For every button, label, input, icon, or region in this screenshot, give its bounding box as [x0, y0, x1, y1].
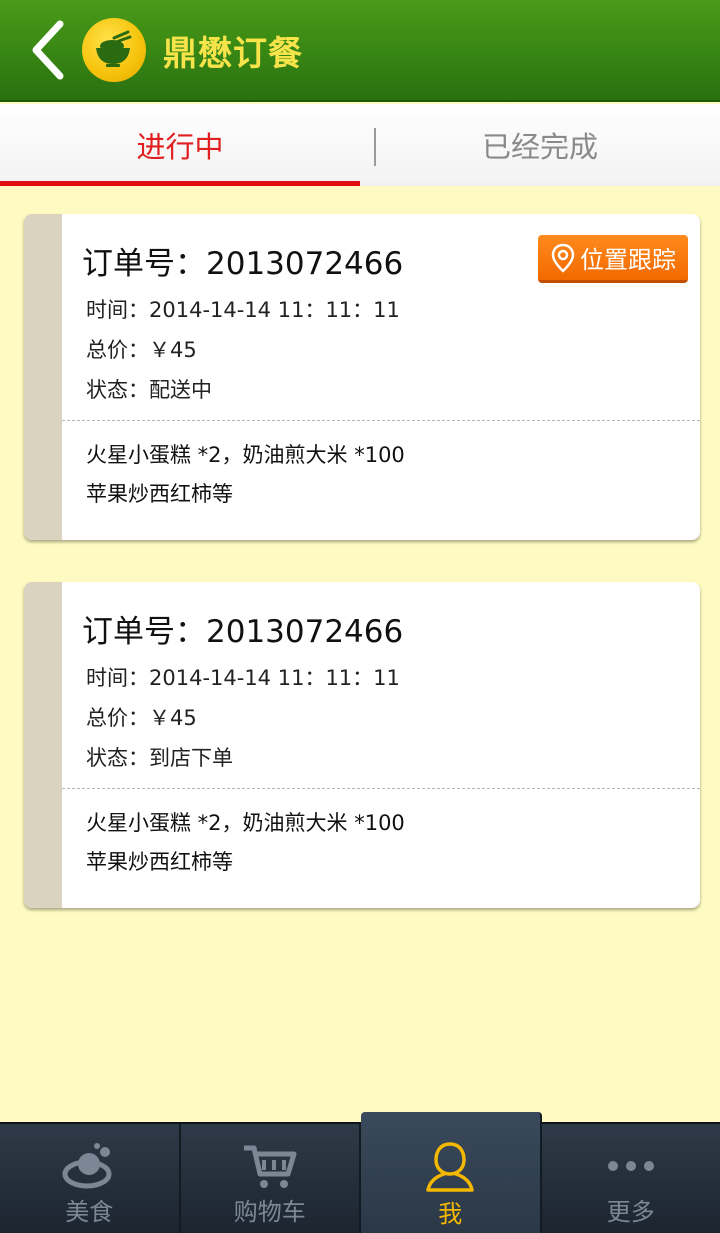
order-items-line: 火星小蛋糕 *2，奶油煎大米 *100	[86, 811, 405, 835]
food-icon	[62, 1143, 112, 1189]
order-number: 订单号：2013072466	[82, 246, 404, 282]
nav-label: 购物车	[233, 1198, 306, 1226]
more-icon	[607, 1161, 654, 1171]
order-status: 状态：配送中	[86, 378, 212, 402]
order-price: 总价：￥45	[86, 338, 197, 362]
nav-item-more[interactable]: 更多	[542, 1124, 720, 1233]
order-status: 状态：到店下单	[86, 746, 233, 770]
card-strip	[24, 582, 62, 908]
nav-item-food[interactable]: 美食	[0, 1124, 181, 1233]
cart-icon	[243, 1145, 297, 1188]
order-items-line: 火星小蛋糕 *2，奶油煎大米 *100	[86, 443, 405, 467]
nav-item-me[interactable]: 我	[361, 1112, 542, 1233]
tab-completed[interactable]: 已经完成	[360, 104, 720, 186]
chevron-left-icon	[32, 20, 64, 80]
order-items-line: 苹果炒西红柿等	[86, 850, 233, 874]
nav-label: 更多	[606, 1198, 655, 1226]
order-time: 时间：2014-14-14 11：11：11	[86, 666, 400, 690]
bottom-nav: 美食 购物车 我 更多	[0, 1112, 720, 1233]
tab-in-progress[interactable]: 进行中	[0, 104, 360, 186]
order-number: 订单号：2013072466	[82, 614, 404, 650]
order-time: 时间：2014-14-14 11：11：11	[86, 298, 400, 322]
order-card[interactable]: 订单号：2013072466 时间：2014-14-14 11：11：11 总价…	[24, 582, 700, 908]
nav-label: 我	[438, 1200, 463, 1228]
order-price: 总价：￥45	[86, 706, 197, 730]
app-header: 鼎懋订餐	[0, 0, 720, 102]
card-divider	[62, 788, 700, 789]
rice-bowl-icon	[96, 30, 132, 67]
location-track-button[interactable]: 位置跟踪	[538, 235, 688, 283]
app-title: 鼎懋订餐	[163, 34, 303, 74]
nav-label: 美食	[65, 1198, 114, 1226]
card-strip	[24, 214, 62, 540]
order-tabs: 进行中 已经完成	[0, 104, 720, 186]
order-items-line: 苹果炒西红柿等	[86, 482, 233, 506]
order-card[interactable]: 订单号：2013072466 时间：2014-14-14 11：11：11 总价…	[24, 214, 700, 540]
user-icon	[426, 1142, 474, 1192]
back-button[interactable]	[20, 18, 76, 82]
order-items: 火星小蛋糕 *2，奶油煎大米 *100 苹果炒西红柿等	[86, 804, 405, 882]
order-items: 火星小蛋糕 *2，奶油煎大米 *100 苹果炒西红柿等	[86, 436, 405, 514]
tab-divider	[374, 128, 376, 166]
location-pin-icon	[551, 243, 575, 273]
card-divider	[62, 420, 700, 421]
app-logo	[82, 18, 146, 82]
nav-item-cart[interactable]: 购物车	[181, 1124, 361, 1233]
location-track-label: 位置跟踪	[580, 246, 676, 274]
